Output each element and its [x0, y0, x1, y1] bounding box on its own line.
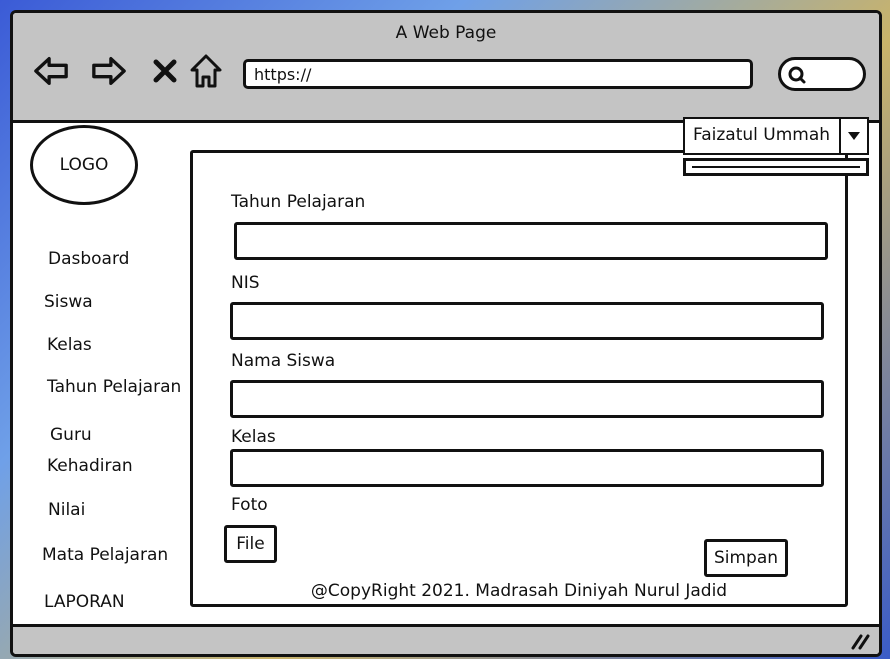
logo: LOGO [30, 125, 138, 205]
user-name: Faizatul Ummah [693, 125, 831, 145]
nama-siswa-input[interactable] [230, 380, 824, 418]
save-button[interactable]: Simpan [704, 539, 788, 577]
sidebar-item-laporan[interactable]: LAPORAN [44, 592, 125, 612]
close-icon [153, 59, 177, 83]
label-nis: NIS [231, 273, 260, 293]
label-tahun-pelajaran: Tahun Pelajaran [231, 192, 366, 212]
sidebar-item-mata-pelajaran[interactable]: Mata Pelajaran [42, 545, 168, 565]
sidebar-item-kehadiran[interactable]: Kehadiran [47, 456, 133, 476]
label-foto: Foto [231, 495, 268, 515]
tahun-pelajaran-input[interactable] [234, 222, 828, 260]
user-dropdown-menu[interactable] [683, 158, 869, 176]
sidebar-item-nilai[interactable]: Nilai [48, 500, 85, 520]
label-kelas: Kelas [231, 427, 276, 447]
kelas-input[interactable] [230, 449, 824, 487]
url-input[interactable]: https:// [243, 59, 753, 89]
sidebar-item-tahun-pelajaran[interactable]: Tahun Pelajaran [47, 377, 181, 397]
forward-button[interactable] [91, 53, 127, 89]
footer-copyright: @CopyRight 2021. Madrasah Diniyah Nurul … [310, 581, 728, 601]
search-field[interactable] [778, 57, 866, 91]
nis-input[interactable] [230, 302, 824, 340]
search-icon [788, 66, 806, 84]
back-button[interactable] [33, 53, 69, 89]
browser-toolbar: A Web Page https:// [13, 13, 879, 123]
resize-grip-icon[interactable] [849, 632, 871, 650]
label-nama-siswa: Nama Siswa [231, 351, 336, 371]
arrow-left-icon [34, 57, 68, 85]
sidebar-item-guru[interactable]: Guru [50, 425, 92, 445]
sidebar-item-dasboard[interactable]: Dasboard [48, 249, 129, 269]
window-title: A Web Page [395, 23, 497, 43]
sidebar-item-siswa[interactable]: Siswa [44, 292, 93, 312]
home-icon [190, 54, 222, 88]
home-button[interactable] [188, 53, 224, 89]
arrow-right-icon [92, 57, 126, 85]
chevron-down-icon[interactable] [839, 119, 867, 153]
user-dropdown[interactable]: Faizatul Ummah [683, 117, 869, 155]
status-bar [13, 624, 879, 654]
stop-button[interactable] [147, 53, 183, 89]
file-button[interactable]: File [224, 525, 277, 563]
sidebar-item-kelas[interactable]: Kelas [47, 335, 92, 355]
